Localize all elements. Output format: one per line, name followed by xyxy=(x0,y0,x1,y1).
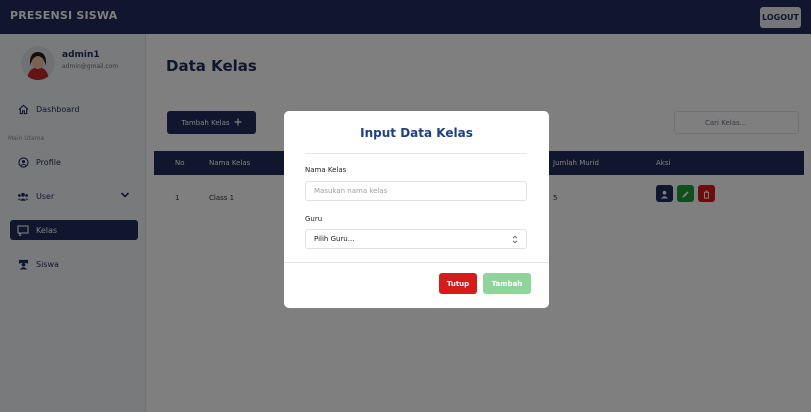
teacher-label: Guru xyxy=(305,215,323,223)
submit-add-button[interactable]: Tambah xyxy=(483,273,531,294)
input-class-modal: Input Data Kelas Nama Kelas Masukan nama… xyxy=(284,111,549,308)
class-name-label: Nama Kelas xyxy=(305,166,347,174)
modal-footer-divider xyxy=(284,262,549,263)
select-caret-icon xyxy=(512,235,518,246)
modal-title-divider xyxy=(305,153,527,154)
teacher-select[interactable]: Pilih Guru... xyxy=(305,229,527,249)
class-name-field[interactable]: Masukan nama kelas xyxy=(305,181,527,201)
modal-title: Input Data Kelas xyxy=(360,126,473,140)
teacher-select-value: Pilih Guru... xyxy=(314,235,355,243)
close-button[interactable]: Tutup xyxy=(439,273,477,294)
